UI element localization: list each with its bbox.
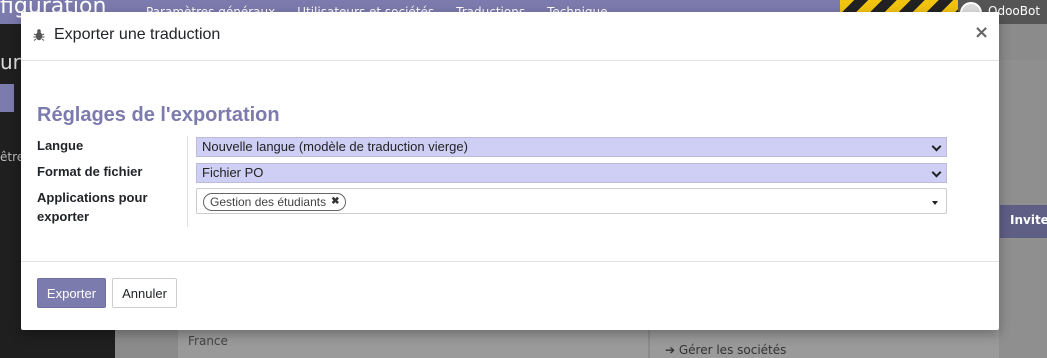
file-format-select[interactable]: Fichier PO [196,163,947,183]
language-label: Langue [37,138,84,153]
app-tag: Gestion des étudiants ✖ [203,193,347,211]
manage-companies-link[interactable]: ➔ Gérer les sociétés [665,343,786,357]
export-button[interactable]: Exporter [37,278,106,308]
app-tag-label: Gestion des étudiants [210,195,327,209]
chevron-down-icon [931,167,942,178]
country-text: France [188,334,228,348]
language-select-value: Nouvelle langue (modèle de traduction vi… [202,139,468,154]
file-format-select-value: Fichier PO [202,165,264,180]
remove-tag-icon[interactable]: ✖ [331,194,339,210]
caret-down-icon[interactable] [932,201,938,205]
export-translation-dialog: Exporter une traduction × Réglages de l'… [21,12,999,330]
side-button[interactable] [0,84,14,112]
bug-icon [33,29,45,41]
modal-title: Exporter une traduction [54,26,221,43]
language-select[interactable]: Nouvelle langue (modèle de traduction vi… [196,137,947,157]
company-panel [178,326,648,358]
modal-header: Exporter une traduction × [21,12,999,61]
cancel-button[interactable]: Annuler [112,278,177,308]
invite-button[interactable]: Inviter [1000,205,1047,238]
divider [187,136,188,227]
apps-tags-input[interactable]: Gestion des étudiants ✖ [196,188,947,214]
file-format-label: Format de fichier [37,164,143,179]
section-title: Réglages de l'exportation [37,104,280,126]
apps-label: Applications pour exporter [37,190,148,224]
chevron-down-icon [931,141,942,152]
close-icon[interactable]: × [974,24,989,42]
